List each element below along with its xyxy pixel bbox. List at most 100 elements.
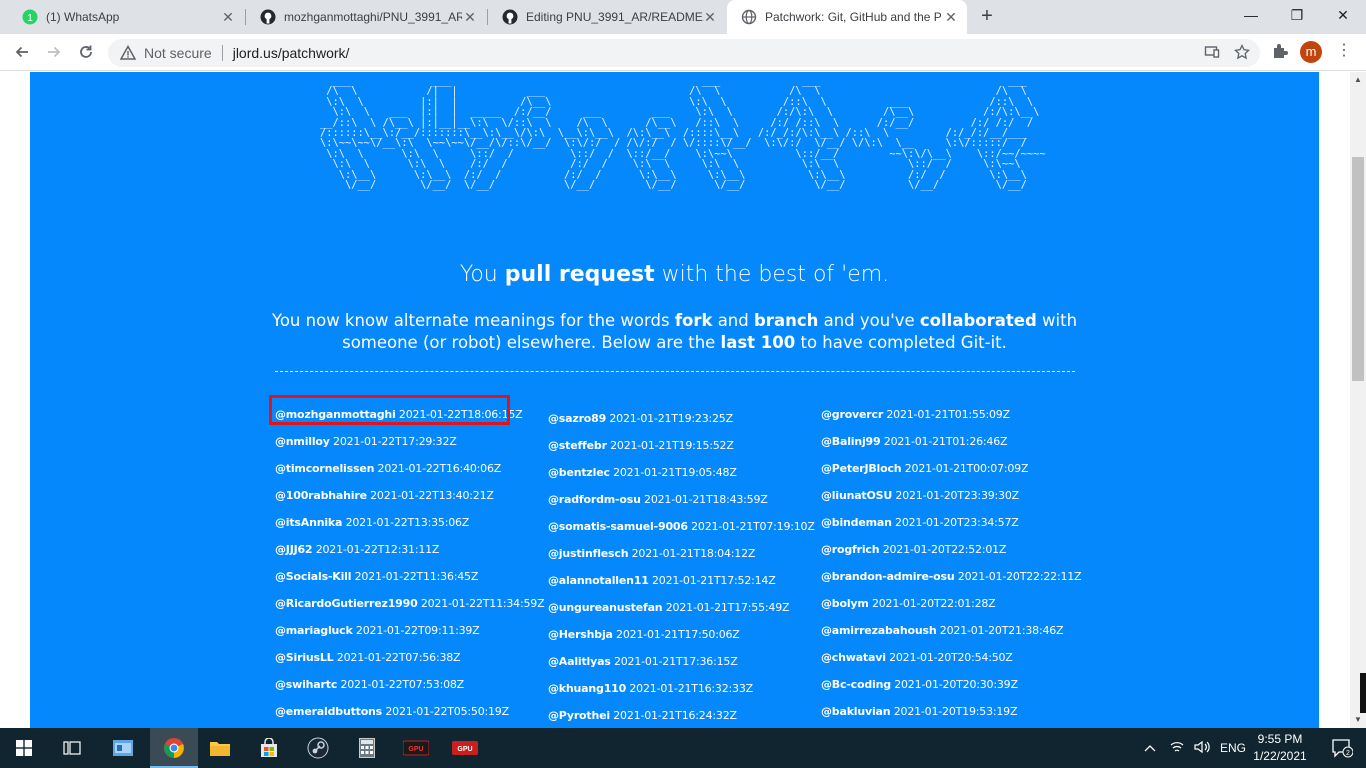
completer-username[interactable]: @liunatOSU — [821, 489, 892, 502]
completer-username[interactable]: @bindeman — [821, 516, 892, 529]
restore-button[interactable]: ❐ — [1274, 0, 1320, 30]
gpu-tweak-2-icon[interactable]: GPU — [441, 728, 489, 768]
cast-icon[interactable] — [1204, 44, 1220, 63]
completer-username[interactable]: @Balinj99 — [821, 435, 881, 448]
completer-username[interactable]: @nmilloy — [275, 435, 330, 448]
completer-username[interactable]: @bakluvian — [821, 705, 891, 718]
completer-username[interactable]: @Aalitlyas — [548, 655, 611, 668]
completer-entry: @timcornelissen 2021-01-22T16:40:06Z — [275, 462, 501, 475]
close-icon[interactable]: ✕ — [943, 9, 959, 25]
completer-username[interactable]: @somatis-samuel-9006 — [548, 520, 688, 533]
completer-username[interactable]: @brandon-admire-osu — [821, 570, 955, 583]
extensions-puzzle-icon[interactable] — [1270, 42, 1290, 62]
completer-entry: @mariagluck 2021-01-22T09:11:39Z — [275, 624, 480, 637]
forward-arrow-icon — [48, 46, 61, 58]
completer-timestamp: 2021-01-21T17:52:14Z — [651, 574, 776, 587]
scroll-down-arrow-icon[interactable]: ▼ — [1350, 712, 1366, 728]
completer-entry: @radfordm-osu 2021-01-21T18:43:59Z — [548, 493, 768, 506]
completer-username[interactable]: @Bc-coding — [821, 678, 891, 691]
completer-username[interactable]: @Pyrothei — [548, 709, 610, 722]
back-button[interactable] — [9, 39, 35, 65]
headline: You pull request with the best of 'em. — [30, 262, 1319, 287]
completer-entry: @brandon-admire-osu 2021-01-20T22:22:11Z — [821, 570, 1082, 583]
kebab-menu-icon[interactable]: ⋮ — [1336, 42, 1352, 62]
store-icon[interactable] — [245, 728, 293, 768]
chrome-icon[interactable] — [150, 728, 198, 768]
bookmark-star-icon[interactable] — [1233, 43, 1251, 63]
completer-username[interactable]: @justinflesch — [548, 547, 629, 560]
completer-username[interactable]: @radfordm-osu — [548, 493, 641, 506]
volume-icon[interactable] — [1194, 740, 1210, 757]
new-tab-button[interactable]: + — [976, 6, 998, 28]
forward-button[interactable] — [41, 39, 67, 65]
completer-entry: @bindeman 2021-01-20T23:34:57Z — [821, 516, 1019, 529]
tab-whatsapp[interactable]: 1 (1) WhatsApp ✕ — [8, 0, 244, 34]
completer-username[interactable]: @ungureanustefan — [548, 601, 663, 614]
close-window-button[interactable]: ✕ — [1320, 0, 1366, 30]
tab-github-editing[interactable]: Editing PNU_3991_AR/README.md ✕ — [488, 0, 726, 34]
completer-username[interactable]: @mariagluck — [275, 624, 353, 637]
completer-entry: @bolym 2021-01-20T22:01:28Z — [821, 597, 996, 610]
completer-username[interactable]: @swihartc — [275, 678, 337, 691]
notification-center-icon[interactable]: 2 — [1318, 728, 1366, 768]
reload-button[interactable] — [73, 39, 99, 65]
task-view-icon[interactable] — [48, 728, 96, 768]
subtext-bold: collaborated — [919, 311, 1037, 330]
completer-username[interactable]: @rogfrich — [821, 543, 880, 556]
subtext-part: You now know alternate meanings for the … — [271, 311, 675, 330]
steam-icon[interactable] — [294, 728, 342, 768]
completer-username[interactable]: @Socials-Kill — [275, 570, 352, 583]
tab-patchwork[interactable]: Patchwork: Git, GitHub and the P ✕ — [727, 0, 967, 34]
completer-entry: @bentzlec 2021-01-21T19:05:48Z — [548, 466, 737, 479]
completer-username[interactable]: @itsAnnika — [275, 516, 342, 529]
close-icon[interactable]: ✕ — [220, 9, 236, 25]
completer-username[interactable]: @chwatavi — [821, 651, 886, 664]
system-clock[interactable]: 9:55 PM 1/22/2021 — [1250, 731, 1310, 765]
completer-username[interactable]: @timcornelissen — [275, 462, 374, 475]
close-icon[interactable]: ✕ — [462, 9, 478, 25]
completer-username[interactable]: @PeterJBloch — [821, 462, 902, 475]
completer-timestamp: 2021-01-22T11:36:45Z — [354, 570, 479, 583]
completer-username[interactable]: @amirrezabahoush — [821, 624, 937, 637]
url-text[interactable]: jlord.us/patchwork/ — [233, 45, 350, 61]
omnibox-actions — [1204, 43, 1251, 63]
completer-entry: @justinflesch 2021-01-21T18:04:12Z — [548, 547, 755, 560]
control-panel-icon[interactable] — [99, 728, 147, 768]
gpu-tweak-icon[interactable]: GPU — [392, 728, 440, 768]
patchwork-page: ___ ___ ___ ___ ___ /\ \ /| | ___ /\ \ /… — [30, 72, 1319, 728]
calculator-icon[interactable] — [343, 728, 391, 768]
completer-entry: @Balinj99 2021-01-21T01:26:46Z — [821, 435, 1008, 448]
windows-start-icon[interactable] — [0, 728, 48, 768]
completer-username[interactable]: @sazro89 — [548, 412, 606, 425]
chevron-up-icon[interactable] — [1144, 741, 1156, 755]
scroll-up-arrow-icon[interactable]: ▲ — [1350, 72, 1366, 88]
file-explorer-icon[interactable] — [196, 728, 244, 768]
completer-username[interactable]: @bentzlec — [548, 466, 610, 479]
completer-username[interactable]: @SiriusLL — [275, 651, 334, 664]
subtext-part: to have completed Git-it. — [795, 333, 1007, 352]
security-label[interactable]: Not secure — [144, 45, 212, 61]
page-scrollbar[interactable]: ▲ ▼ — [1350, 72, 1366, 728]
completer-entry: @SiriusLL 2021-01-22T07:56:38Z — [275, 651, 461, 664]
warning-icon[interactable] — [120, 45, 136, 61]
language-indicator[interactable]: ENG — [1220, 741, 1246, 755]
completer-username[interactable]: @steffebr — [548, 439, 607, 452]
completer-username[interactable]: @bolym — [821, 597, 869, 610]
minimize-button[interactable]: — — [1228, 0, 1274, 30]
completer-username[interactable]: @khuang110 — [548, 682, 626, 695]
completer-username[interactable]: @Hershbja — [548, 628, 613, 641]
tab-github-repo[interactable]: mozhganmottaghi/PNU_3991_AR ✕ — [246, 0, 486, 34]
wifi-icon[interactable] — [1170, 740, 1184, 757]
completer-username[interactable]: @grovercr — [821, 408, 883, 421]
completer-username[interactable]: @emeraldbuttons — [275, 705, 382, 718]
completer-username[interactable]: @RicardoGutierrez1990 — [275, 597, 418, 610]
address-bar[interactable]: Not secure jlord.us/patchwork/ — [108, 39, 1260, 67]
profile-avatar[interactable]: m — [1300, 41, 1322, 63]
completer-username[interactable]: @100rabhahire — [275, 489, 367, 502]
close-icon[interactable]: ✕ — [702, 9, 718, 25]
scrollbar-thumb[interactable] — [1352, 157, 1364, 381]
completer-username[interactable]: @JJJ62 — [275, 543, 313, 556]
completer-entry: @chwatavi 2021-01-20T20:54:50Z — [821, 651, 1013, 664]
completer-timestamp: 2021-01-21T01:55:09Z — [886, 408, 1010, 421]
completer-username[interactable]: @alannotallen11 — [548, 574, 649, 587]
